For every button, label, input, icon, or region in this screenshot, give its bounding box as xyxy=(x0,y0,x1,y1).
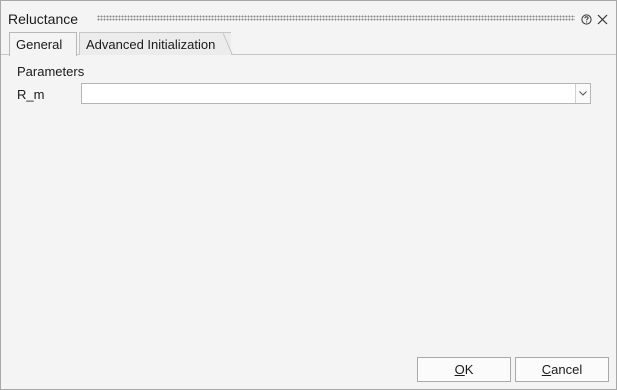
title-bar[interactable]: Reluctance xyxy=(1,1,616,33)
rm-combobox[interactable] xyxy=(81,83,591,104)
help-icon[interactable] xyxy=(581,13,592,25)
dialog-title: Reluctance xyxy=(8,11,79,27)
tab-general[interactable]: General xyxy=(9,32,77,56)
reluctance-dialog: Reluctance General Advanced Initializati… xyxy=(0,0,617,390)
drag-grip[interactable] xyxy=(97,15,575,21)
ok-label-rest: K xyxy=(464,362,474,377)
close-icon[interactable] xyxy=(597,13,608,25)
cancel-label-rest: ancel xyxy=(551,362,583,377)
ok-accel: O xyxy=(454,362,465,377)
chevron-down-icon xyxy=(579,91,587,96)
parameters-group-label: Parameters xyxy=(17,64,85,79)
tab-bar: General Advanced Initialization xyxy=(1,32,616,56)
cancel-button[interactable]: Cancel xyxy=(515,357,609,382)
tab-advanced-edge xyxy=(223,33,233,55)
rm-input[interactable] xyxy=(82,84,576,103)
tab-advanced-initialization[interactable]: Advanced Initialization xyxy=(79,32,231,55)
rm-field-label: R_m xyxy=(17,87,45,102)
rm-dropdown-button[interactable] xyxy=(575,84,590,103)
ok-button[interactable]: OK xyxy=(417,357,511,382)
cancel-accel: C xyxy=(541,362,552,377)
